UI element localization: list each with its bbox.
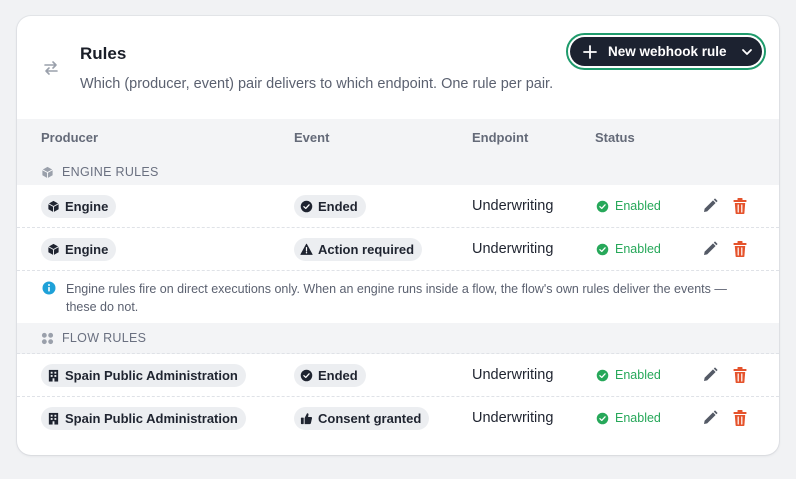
endpoint-value: Underwriting <box>472 241 554 257</box>
table-row: Spain Public Administration Ended Underw… <box>17 354 779 397</box>
producer-chip: Engine <box>41 195 117 218</box>
producer-chip: Spain Public Administration <box>41 407 246 430</box>
column-endpoint: Endpoint <box>472 130 529 145</box>
check-circle-icon <box>596 412 609 424</box>
edit-pencil-icon[interactable] <box>701 240 719 258</box>
swap-arrows-icon <box>44 61 58 75</box>
thumbs-up-icon <box>300 413 313 425</box>
table-row: Engine Action required Underwriting Enab… <box>17 228 779 271</box>
section-engine-rules: ENGINE RULES <box>17 157 779 188</box>
producer-chip: Engine <box>41 238 117 261</box>
table-header: Producer Event Endpoint Status <box>17 119 779 157</box>
event-chip: Consent granted <box>294 407 430 430</box>
section-flow-rules-label: FLOW RULES <box>62 331 147 345</box>
column-status: Status <box>595 130 635 145</box>
trash-icon[interactable] <box>732 409 748 427</box>
table-row: Spain Public Administration Consent gran… <box>17 397 779 440</box>
endpoint-value: Underwriting <box>472 410 554 426</box>
building-icon <box>48 412 59 425</box>
cube-icon <box>48 243 59 256</box>
section-engine-rules-label: ENGINE RULES <box>62 165 159 179</box>
status-badge: Enabled <box>596 368 661 382</box>
check-circle-icon <box>596 369 609 381</box>
event-label: Consent granted <box>318 411 422 426</box>
dots-grid-icon <box>41 332 54 344</box>
section-flow-rules: FLOW RULES <box>17 323 779 354</box>
status-label: Enabled <box>615 199 661 213</box>
producer-label: Spain Public Administration <box>65 411 238 426</box>
new-webhook-rule-label: New webhook rule <box>608 44 727 59</box>
event-chip: Action required <box>294 238 423 261</box>
event-label: Action required <box>318 242 415 257</box>
check-circle-icon <box>300 200 313 213</box>
event-label: Ended <box>318 368 358 383</box>
status-badge: Enabled <box>596 199 661 213</box>
trash-icon[interactable] <box>732 197 748 215</box>
edit-pencil-icon[interactable] <box>701 366 719 384</box>
plus-icon <box>583 44 597 59</box>
status-label: Enabled <box>615 368 661 382</box>
check-circle-icon <box>300 369 313 382</box>
event-chip: Ended <box>294 364 366 387</box>
warning-triangle-icon <box>300 243 313 255</box>
producer-label: Engine <box>65 242 109 257</box>
endpoint-value: Underwriting <box>472 367 554 383</box>
chevron-down-icon[interactable] <box>740 45 754 59</box>
page-subtitle: Which (producer, event) pair delivers to… <box>80 76 554 92</box>
rules-header: Rules Which (producer, event) pair deliv… <box>17 16 779 119</box>
new-webhook-rule-focus-ring: New webhook rule <box>566 33 766 70</box>
cube-icon <box>48 200 59 213</box>
info-note: Engine rules fire on direct executions o… <box>17 271 779 324</box>
column-producer: Producer <box>41 130 99 145</box>
producer-chip: Spain Public Administration <box>41 364 246 387</box>
endpoint-value: Underwriting <box>472 198 554 214</box>
info-note-text: Engine rules fire on direct executions o… <box>66 282 727 314</box>
status-label: Enabled <box>615 242 661 256</box>
new-webhook-rule-button[interactable]: New webhook rule <box>570 37 762 66</box>
page-title: Rules <box>80 44 127 63</box>
edit-pencil-icon[interactable] <box>701 197 719 215</box>
trash-icon[interactable] <box>732 240 748 258</box>
building-icon <box>48 369 59 382</box>
producer-label: Engine <box>65 199 109 214</box>
status-label: Enabled <box>615 411 661 425</box>
cube-icon <box>42 166 53 178</box>
edit-pencil-icon[interactable] <box>701 409 719 427</box>
rules-card: Rules Which (producer, event) pair deliv… <box>17 16 779 455</box>
event-chip: Ended <box>294 195 366 218</box>
table-row: Engine Ended Underwriting Enabled <box>17 185 779 228</box>
status-badge: Enabled <box>596 411 661 425</box>
trash-icon[interactable] <box>732 366 748 384</box>
check-circle-icon <box>596 243 609 255</box>
column-event: Event <box>294 130 330 145</box>
event-label: Ended <box>318 199 358 214</box>
info-icon <box>42 281 56 295</box>
check-circle-icon <box>596 200 609 212</box>
producer-label: Spain Public Administration <box>65 368 238 383</box>
status-badge: Enabled <box>596 242 661 256</box>
